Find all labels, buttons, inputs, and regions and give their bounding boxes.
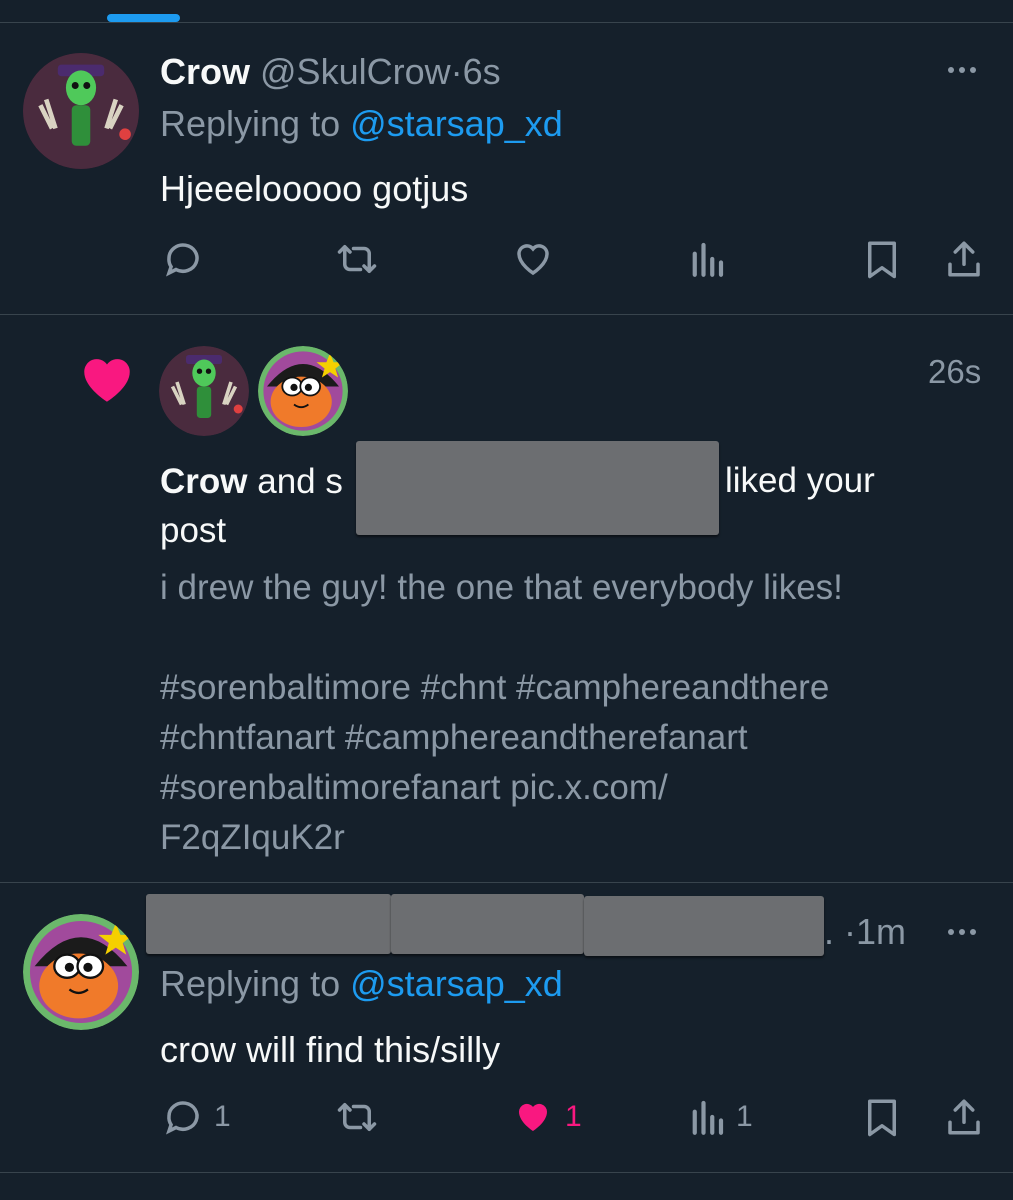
share-button[interactable] <box>943 238 985 280</box>
redaction-box <box>356 441 719 535</box>
replying-to: Replying to @starsap_xd <box>160 962 563 1006</box>
retweet-button[interactable] <box>334 238 380 280</box>
display-name[interactable]: Crow <box>160 51 250 92</box>
reply-icon <box>166 243 199 277</box>
retweet-icon <box>337 245 377 273</box>
post-header-tail: . ·1m <box>824 910 906 954</box>
crow-avatar[interactable] <box>23 53 139 169</box>
share-icon <box>948 1099 980 1135</box>
like-button[interactable] <box>511 238 555 280</box>
preview-line: #sorenbaltimorefanart pic.x.com/ <box>160 768 668 807</box>
redaction-box <box>146 894 391 954</box>
name-trail: . <box>824 911 835 952</box>
replying-label: Replying to <box>160 963 341 1004</box>
bookmark-button[interactable] <box>862 238 902 280</box>
bookmark-icon <box>868 1099 896 1137</box>
heart-icon <box>84 359 130 402</box>
post-body: Hjeeelooooo gotjus <box>160 168 469 209</box>
replying-label: Replying to <box>160 103 341 144</box>
notification-time: 26s <box>928 353 982 390</box>
share-button[interactable] <box>943 1096 985 1138</box>
reply-count: 1 <box>214 1100 231 1133</box>
post-word: post <box>160 511 227 550</box>
separator: · <box>844 911 857 952</box>
more-options-icon[interactable] <box>948 929 976 935</box>
reply-icon <box>166 1101 199 1135</box>
active-tab-indicator <box>107 14 180 22</box>
post-header: Crow @SkulCrow·6s <box>160 50 501 94</box>
handle[interactable]: @SkulCrow <box>260 51 451 92</box>
retweet-button[interactable] <box>334 1096 380 1138</box>
more-options-icon[interactable] <box>948 67 976 73</box>
preview-line: #sorenbaltimore #chnt #camphereandthere <box>160 668 830 707</box>
divider <box>0 22 1013 23</box>
liked-text: liked your <box>725 461 875 500</box>
post-body: crow will find this/silly <box>160 1029 501 1070</box>
redaction-box <box>391 894 584 954</box>
redaction-box <box>584 896 824 956</box>
replying-to: Replying to @starsap_xd <box>160 102 563 146</box>
divider <box>0 882 1013 883</box>
views-icon <box>692 242 724 277</box>
views-icon <box>692 1100 724 1135</box>
views-button[interactable]: 1 <box>688 1096 753 1138</box>
share-icon <box>948 241 980 277</box>
replying-handle-link[interactable]: @starsap_xd <box>350 963 563 1004</box>
like-button[interactable]: 1 <box>511 1096 582 1138</box>
like-filled-icon <box>519 1103 547 1131</box>
preview-line: F2qZIquK2r <box>160 818 345 857</box>
bookmark-button[interactable] <box>862 1096 902 1138</box>
user-avatar[interactable] <box>23 914 139 1030</box>
bookmark-icon <box>868 241 896 279</box>
actor-name[interactable]: Crow <box>160 462 248 501</box>
views-button[interactable] <box>688 238 726 280</box>
views-count: 1 <box>736 1100 753 1133</box>
timestamp[interactable]: 1m <box>856 911 906 952</box>
like-icon <box>517 244 549 276</box>
divider <box>0 314 1013 315</box>
crow-avatar[interactable] <box>159 346 249 436</box>
like-count: 1 <box>565 1100 582 1133</box>
user-avatar[interactable] <box>258 346 348 436</box>
partial-name: s <box>325 462 343 501</box>
timestamp[interactable]: 6s <box>463 51 501 92</box>
separator: · <box>450 51 463 92</box>
and-word: and <box>257 462 316 501</box>
preview-line: #chntfanart #camphereandtherefanart <box>160 718 748 757</box>
replying-handle-link[interactable]: @starsap_xd <box>350 103 563 144</box>
retweet-icon <box>337 1103 377 1131</box>
preview-line: i drew the guy! the one that everybody l… <box>160 568 843 607</box>
divider <box>0 1172 1013 1173</box>
reply-button[interactable] <box>162 238 204 280</box>
reply-button[interactable]: 1 <box>162 1096 231 1138</box>
